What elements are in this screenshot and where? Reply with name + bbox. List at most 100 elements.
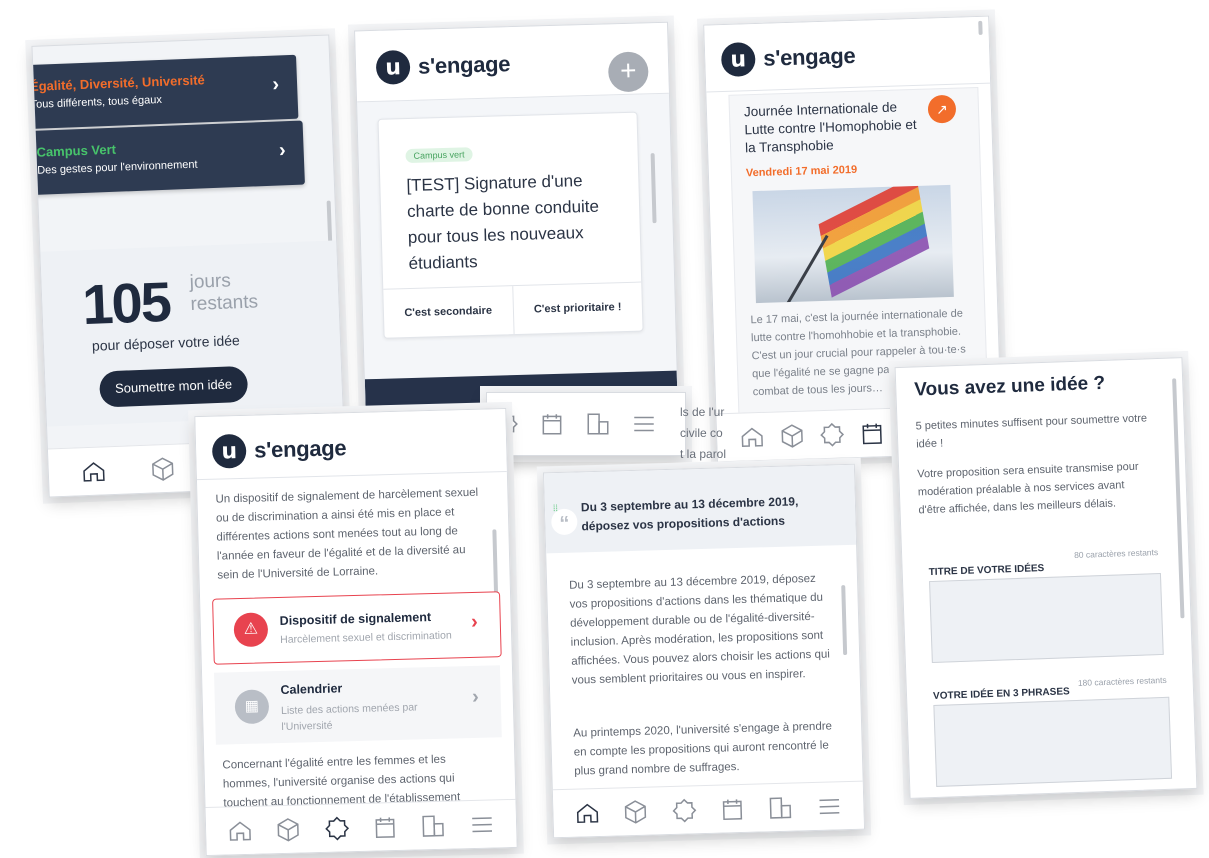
scrollbar[interactable] <box>841 585 848 656</box>
logo-mark: u <box>211 433 247 469</box>
screen-egalite-detail: u s'engage Un dispositif de signalement … <box>194 407 518 857</box>
info-para-1: Du 3 septembre au 13 décembre 2019, dépo… <box>568 572 831 687</box>
chevron-right-icon: › <box>272 73 280 96</box>
rainbow-flag <box>818 184 930 298</box>
list-item-calendrier[interactable]: ▦ Calendrier Liste des actions menées pa… <box>214 665 502 745</box>
app-header: u s'engage + <box>355 22 669 103</box>
calendar-icon[interactable] <box>372 813 399 840</box>
building-icon[interactable] <box>768 794 795 821</box>
app-logo[interactable]: u s'engage <box>375 47 511 85</box>
scrollbar[interactable] <box>978 20 983 35</box>
scrollbar[interactable] <box>1172 378 1185 619</box>
screen-info: “ ⁞⁞ Du 3 septembre au 13 décembre 2019,… <box>542 463 866 839</box>
theme-subtitle: Des gestes pour l'environnement <box>37 158 198 177</box>
proposal-title: [TEST] Signature d'une charte de bonne c… <box>406 171 600 274</box>
cube-icon[interactable] <box>623 798 650 825</box>
form-intro-1: 5 petites minutes suffisent pour soumett… <box>915 412 1148 451</box>
bottom-nav <box>205 798 517 855</box>
alert-icon: ⚠ <box>233 612 269 648</box>
vote-priority-button[interactable]: C'est prioritaire ! <box>513 283 643 335</box>
bottom-nav <box>487 393 685 455</box>
list-item-title: Dispositif de signalement <box>279 610 432 628</box>
proposal-card[interactable]: Campus vert [TEST] Signature d'une chart… <box>377 111 644 339</box>
calendar-icon[interactable] <box>539 411 565 437</box>
list-item-subtitle: Harcèlement sexuel et discrimination <box>280 629 452 646</box>
event-date: Vendredi 17 mai 2019 <box>745 163 858 180</box>
field-title-counter: 80 caractères restants <box>1073 547 1159 561</box>
submit-idea-button[interactable]: Soumettre mon idée <box>98 365 249 408</box>
theme-item-campus-vert[interactable]: Campus Vert Des gestes pour l'environnem… <box>31 120 305 196</box>
list-item-subtitle: Liste des actions menées par l'Universit… <box>280 701 418 733</box>
screen-partial: ls de l'ur <box>486 392 686 456</box>
app-header: u s'engage <box>195 409 507 481</box>
cube-icon[interactable] <box>779 422 806 449</box>
idea-title-input[interactable] <box>929 572 1164 664</box>
logo-mark: u <box>375 49 411 85</box>
field-idea-label: VOTRE IDÉE EN 3 PHRASES <box>932 686 1070 703</box>
vote-secondary-button[interactable]: C'est secondaire <box>383 286 515 338</box>
chevron-right-icon: › <box>470 610 479 633</box>
logo-text: s'engage <box>417 51 511 79</box>
theme-item-egalite[interactable]: Égalité, Diversité, Université Tous diff… <box>31 54 299 130</box>
drag-handle-icon[interactable]: ⁞⁞ <box>553 503 558 513</box>
cube-icon[interactable] <box>275 816 302 843</box>
bottom-nav <box>552 780 865 838</box>
countdown-block: 105 jours restants pour déposer votre id… <box>40 240 343 427</box>
badge-icon[interactable] <box>671 797 698 824</box>
external-link-button[interactable]: ↗ <box>927 94 957 124</box>
add-button[interactable]: + <box>607 51 649 93</box>
list-item-title: Calendrier <box>280 681 343 697</box>
form-intro-2: Votre proposition sera ensuite transmise… <box>917 460 1139 517</box>
cube-icon[interactable] <box>149 455 176 482</box>
event-image-rainbow-flag <box>752 184 954 304</box>
app-logo[interactable]: u s'engage <box>211 431 347 469</box>
theme-title: Égalité, Diversité, Université <box>31 72 206 94</box>
scrollbar[interactable] <box>492 529 499 600</box>
logo-text: s'engage <box>253 435 347 463</box>
app-logo[interactable]: u s'engage <box>720 39 856 78</box>
home-icon[interactable] <box>574 799 601 826</box>
calendar-icon[interactable] <box>719 795 746 822</box>
screen-idea-form: Vous avez une idée ? 5 petites minutes s… <box>894 357 1198 799</box>
menu-icon[interactable] <box>469 811 496 838</box>
vote-row: C'est secondaire C'est prioritaire ! <box>383 281 643 338</box>
theme-subtitle: Tous différents, tous égaux <box>31 93 163 111</box>
form-title: Vous avez une idée ? <box>913 372 1106 401</box>
info-para-2: Au printemps 2020, l'université s'engage… <box>573 720 833 778</box>
home-icon[interactable] <box>227 817 254 844</box>
list-item-signalement[interactable]: ⚠ Dispositif de signalement Harcèlement … <box>212 591 502 665</box>
countdown-unit-1: jours <box>189 270 232 293</box>
partial-text-line: t la parol <box>680 447 727 461</box>
info-header: “ ⁞⁞ Du 3 septembre au 13 décembre 2019,… <box>543 464 857 554</box>
badge-icon[interactable] <box>819 421 846 448</box>
home-icon[interactable] <box>80 458 107 485</box>
field-idea-counter: 180 caractères restants <box>1077 674 1167 688</box>
calendar-icon[interactable] <box>859 420 886 447</box>
countdown-number: 105 <box>81 269 171 337</box>
home-icon[interactable] <box>739 423 766 450</box>
flag-pole <box>780 234 829 304</box>
scrollbar[interactable] <box>650 153 657 224</box>
info-header-text: Du 3 septembre au 13 décembre 2019, dépo… <box>580 494 799 534</box>
calendar-icon: ▦ <box>234 689 270 725</box>
menu-icon[interactable] <box>816 793 843 820</box>
tag-badge: Campus vert <box>405 147 473 164</box>
theme-title: Campus Vert <box>36 141 117 160</box>
partial-text-line: ls de l'ur <box>680 405 725 419</box>
building-icon[interactable] <box>420 812 447 839</box>
countdown-unit-2: restants <box>190 291 259 315</box>
menu-icon[interactable] <box>631 411 657 437</box>
logo-text: s'engage <box>762 42 856 71</box>
logo-mark: u <box>720 41 756 78</box>
idea-body-input[interactable] <box>933 696 1173 787</box>
intro-text: Un dispositif de signalement de harcèlem… <box>215 486 479 582</box>
chevron-right-icon: › <box>278 139 287 162</box>
badge-icon[interactable] <box>324 815 351 842</box>
building-icon[interactable] <box>585 411 611 437</box>
app-header: u s'engage <box>704 16 991 93</box>
partial-text-line: civile co <box>680 426 723 440</box>
chevron-right-icon: › <box>471 685 480 708</box>
field-title-label: TITRE DE VOTRE IDÉES <box>928 563 1045 579</box>
event-title: Journée Internationale de Lutte contre l… <box>743 99 917 156</box>
partial-text-block: ls de l'ur civile co t la parol <box>680 402 730 465</box>
